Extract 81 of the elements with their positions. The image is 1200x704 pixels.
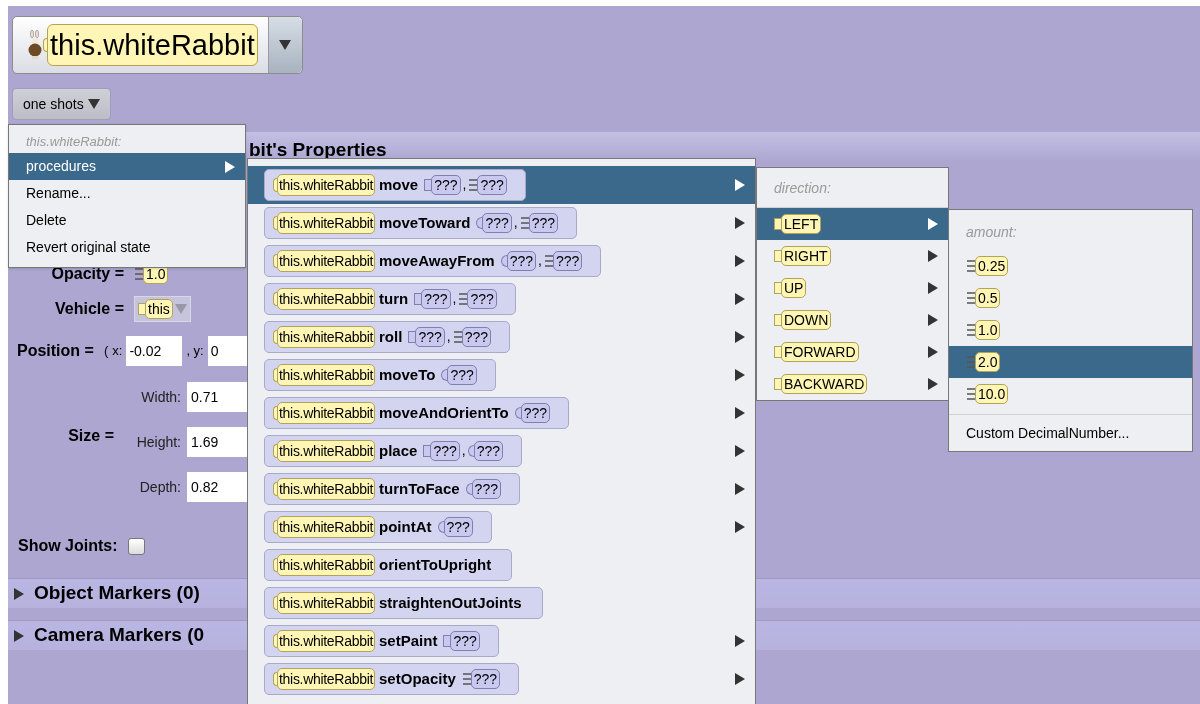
value-tile: BACKWARD — [781, 374, 868, 394]
procedure-name: pointAt — [379, 516, 432, 537]
procedure-name: place — [379, 440, 418, 461]
y-label: , y: — [186, 342, 204, 361]
property-label: Size = — [67, 426, 115, 446]
placeholder-tile: ??? — [520, 403, 551, 423]
target-tile: this.whiteRabbit — [277, 326, 376, 348]
paren-text: ( — [103, 342, 109, 361]
procedure-name: moveAndOrientTo — [379, 402, 509, 423]
target-tile: this.whiteRabbit — [277, 554, 376, 576]
target-tile: this.whiteRabbit — [277, 364, 376, 386]
procedure-name: turnToFace — [379, 478, 460, 499]
placeholder-tile: ??? — [461, 327, 491, 347]
placeholder-tile: ??? — [467, 289, 497, 309]
property-label: Vehicle = — [54, 299, 124, 319]
value-tile: 10.0 — [975, 384, 1009, 404]
placeholder-tile: ??? — [528, 213, 559, 233]
value-tile: 1.0 — [975, 320, 1001, 340]
menu-header: amount: — [965, 223, 1018, 242]
show-joints-label: Show Joints: — [18, 536, 118, 556]
comma-text: , — [446, 327, 451, 346]
placeholder-tile: ??? — [447, 365, 477, 385]
property-label: Position = — [17, 341, 94, 361]
comma-text: , — [513, 213, 518, 232]
procedure-name: setOpacity — [379, 668, 456, 689]
placeholder-tile: ??? — [470, 669, 501, 689]
placeholder-tile: ??? — [415, 327, 445, 347]
properties-title: bit's Properties — [249, 139, 387, 161]
placeholder-tile: ??? — [471, 479, 501, 499]
value-tile: RIGHT — [781, 246, 831, 266]
size-field-label: Width: — [141, 387, 181, 407]
placeholder-tile: ??? — [552, 251, 583, 271]
size-field-label: Depth: — [139, 477, 181, 497]
procedure-name: moveToward — [379, 212, 471, 233]
section-title: Camera Markers (0 — [34, 623, 205, 648]
comma-text: , — [452, 289, 457, 308]
target-tile: this.whiteRabbit — [277, 592, 376, 614]
value-tile: FORWARD — [781, 342, 859, 362]
value-tile: DOWN — [781, 310, 832, 330]
target-tile: this.whiteRabbit — [277, 668, 376, 690]
comma-text: , — [462, 175, 467, 194]
placeholder-tile: ??? — [506, 251, 536, 271]
placeholder-tile: ??? — [430, 441, 460, 461]
placeholder-tile: ??? — [473, 441, 503, 461]
target-tile: this.whiteRabbit — [277, 402, 376, 424]
target-tile: this.whiteRabbit — [277, 212, 376, 234]
x-label: x: — [112, 342, 123, 361]
menu-header: this.whiteRabbit: — [25, 133, 123, 151]
size-field-label: Height: — [136, 432, 181, 452]
procedure-name: moveTo — [379, 364, 436, 385]
procedure-name: straightenOutJoints — [379, 592, 522, 613]
procedure-name: move — [379, 174, 419, 195]
value-tile: UP — [781, 278, 807, 298]
target-tile: this.whiteRabbit — [277, 440, 376, 462]
procedure-name: turn — [379, 288, 409, 309]
placeholder-tile: ??? — [421, 289, 451, 309]
target-tile: this.whiteRabbit — [277, 174, 376, 196]
procedure-name: roll — [379, 326, 403, 347]
target-tile: this.whiteRabbit — [277, 288, 376, 310]
placeholder-tile: ??? — [477, 175, 507, 195]
value-tile: LEFT — [781, 214, 822, 234]
procedure-name: setPaint — [379, 630, 438, 651]
value-tile: this — [145, 299, 173, 319]
section-title: Object Markers (0) — [34, 581, 200, 606]
target-tile: this.whiteRabbit — [277, 478, 376, 500]
value-tile: 2.0 — [975, 352, 1001, 372]
procedure-name: orientToUpright — [379, 554, 492, 575]
comma-text: , — [538, 251, 542, 270]
target-tile: this.whiteRabbit — [277, 250, 376, 272]
placeholder-tile: ??? — [482, 213, 512, 233]
target-tile: this.whiteRabbit — [277, 516, 376, 538]
target-tile: this.whiteRabbit — [277, 630, 376, 652]
procedure-name: moveAwayFrom — [379, 250, 495, 271]
placeholder-tile: ??? — [450, 631, 480, 651]
placeholder-tile: ??? — [431, 175, 461, 195]
value-tile: 0.5 — [975, 288, 1001, 308]
placeholder-tile: ??? — [443, 517, 473, 537]
value-tile: 0.25 — [975, 256, 1009, 276]
selected-object-tile: this.whiteRabbit — [47, 24, 258, 66]
property-label: Opacity = — [50, 264, 124, 284]
comma-text: , — [461, 441, 466, 460]
